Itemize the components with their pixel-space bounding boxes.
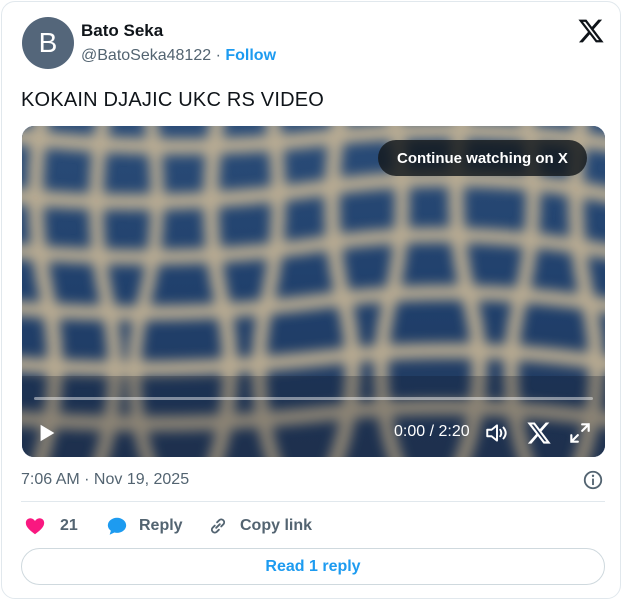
speech-bubble-icon (107, 517, 127, 535)
divider (21, 501, 605, 502)
post-timestamp[interactable]: 7:06 AM · Nov 19, 2025 (21, 471, 189, 489)
fullscreen-icon[interactable] (567, 420, 593, 446)
follow-link[interactable]: Follow (225, 47, 276, 64)
author-name[interactable]: Bato Seka (81, 21, 163, 41)
author-handle[interactable]: @BatoSeka48122 (81, 47, 211, 64)
post-text: KOKAIN DJAJIC UKC RS VIDEO (21, 89, 325, 111)
play-icon[interactable] (36, 422, 58, 444)
like-button[interactable]: 21 (24, 514, 78, 538)
volume-icon[interactable] (484, 420, 510, 446)
separator-dot: · (215, 47, 221, 64)
continue-watching-button[interactable]: Continue watching on X (378, 140, 587, 176)
link-icon (210, 518, 226, 534)
reply-button[interactable]: Reply (106, 514, 183, 538)
like-count: 21 (60, 517, 78, 534)
x-logo-icon[interactable] (577, 17, 605, 45)
heart-icon (25, 518, 45, 535)
copy-link-button[interactable]: Copy link (207, 514, 312, 538)
author-handle-line: @BatoSeka48122 · Follow (81, 47, 276, 65)
embedded-post-card: B Bato Seka @BatoSeka48122 · Follow KOKA… (1, 1, 621, 599)
video-progress-bar[interactable] (34, 397, 593, 400)
info-icon[interactable] (582, 469, 604, 491)
video-player[interactable]: Continue watching on X 0:00 / 2:20 (22, 126, 605, 457)
x-logo-icon[interactable] (526, 420, 552, 446)
avatar-letter: B (38, 27, 58, 58)
read-replies-button[interactable]: Read 1 reply (21, 548, 605, 585)
avatar[interactable]: B (22, 17, 74, 69)
reply-label: Reply (139, 517, 183, 534)
video-time: 0:00 / 2:20 (394, 423, 470, 440)
copy-link-label: Copy link (240, 517, 313, 534)
